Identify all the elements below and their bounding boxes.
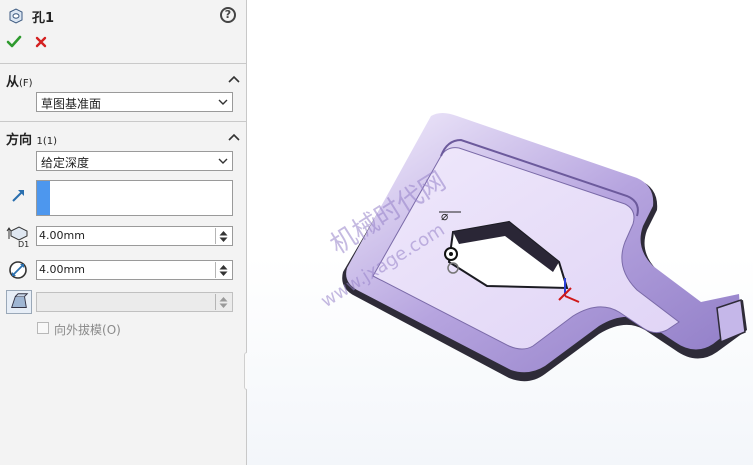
feature-header: 孔1 ? <box>6 6 238 26</box>
depth-value: 4.00mm <box>39 229 85 242</box>
help-icon[interactable]: ? <box>220 7 236 23</box>
cancel-x-icon[interactable] <box>33 34 49 50</box>
stepper-up-icon[interactable] <box>219 296 228 302</box>
stepper-down-icon[interactable] <box>219 237 228 243</box>
depth-input[interactable]: 4.00mm <box>36 226 233 246</box>
diameter-stepper[interactable] <box>215 262 231 278</box>
draft-icon[interactable] <box>6 290 32 314</box>
ok-check-icon[interactable] <box>6 34 22 50</box>
collapse-up-icon[interactable] <box>228 132 240 142</box>
chevron-down-icon <box>218 99 228 105</box>
tab-flange <box>716 298 746 344</box>
depth-stepper[interactable] <box>215 228 231 244</box>
end-condition-value: 给定深度 <box>41 156 90 170</box>
svg-text:D1: D1 <box>18 240 29 249</box>
graphics-viewport[interactable]: ⌀ 机械时代网 www.jxage.com <box>247 0 753 465</box>
diameter-value: 4.00mm <box>39 263 85 276</box>
collapse-up-icon[interactable] <box>228 74 240 84</box>
stepper-down-icon[interactable] <box>219 271 228 277</box>
direction-section-header[interactable]: 方向 1(1) <box>6 128 240 148</box>
draft-stepper[interactable] <box>215 294 231 310</box>
direction-arrow-icon[interactable] <box>6 184 32 208</box>
end-condition-dropdown[interactable]: 给定深度 <box>36 151 233 171</box>
from-section-title: 从(F) <box>6 75 33 90</box>
selection-accent <box>37 181 50 215</box>
divider <box>0 121 246 122</box>
hole-point-center <box>449 252 453 256</box>
diameter-symbol-label: ⌀ <box>441 209 448 223</box>
from-dropdown-value: 草图基准面 <box>41 97 102 111</box>
divider <box>0 63 246 64</box>
feature-title: 孔1 <box>32 11 55 26</box>
depth-icon: D1 <box>6 226 29 249</box>
draft-outward-checkbox[interactable] <box>37 322 49 334</box>
hole-feature-icon <box>9 8 23 24</box>
direction-selection-box[interactable] <box>36 180 233 216</box>
draft-outward-label: 向外拔模(O) <box>54 323 121 337</box>
from-dropdown[interactable]: 草图基准面 <box>36 92 233 112</box>
stepper-up-icon[interactable] <box>219 264 228 270</box>
diameter-input[interactable]: 4.00mm <box>36 260 233 280</box>
diameter-icon <box>9 261 27 279</box>
chevron-down-icon <box>218 158 228 164</box>
stepper-up-icon[interactable] <box>219 230 228 236</box>
from-section-header[interactable]: 从(F) <box>6 70 240 90</box>
draft-angle-input[interactable] <box>36 292 233 312</box>
property-manager: 孔1 ? 从(F) 草图基准面 方向 1(1) 给定深度 D1 4.00mm 4… <box>0 0 247 465</box>
direction-section-title: 方向 1(1) <box>6 133 58 148</box>
stepper-down-icon[interactable] <box>219 303 228 309</box>
